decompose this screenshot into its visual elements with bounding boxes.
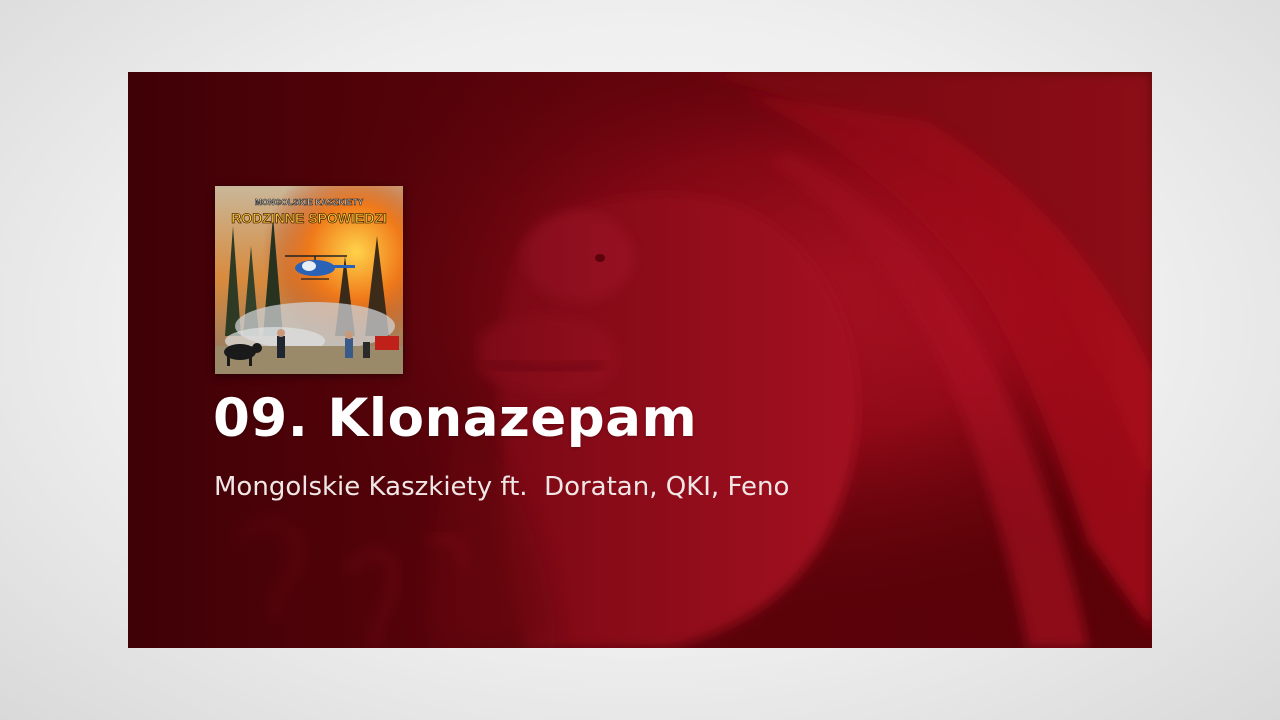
cover-band-name: MONGOLSKIE KASZKIETY [255,197,364,207]
track-title: 09. Klonazepam [213,388,698,449]
album-cover-art: MONGOLSKIE KASZKIETY RODZINNE SPOWIEDZI [215,186,403,374]
cover-album-title: RODZINNE SPOWIEDZI [231,210,387,226]
album-cover: MONGOLSKIE KASZKIETY RODZINNE SPOWIEDZI [215,186,403,374]
track-artists: Mongolskie Kaszkiety ft. Doratan, QKI, F… [214,472,790,502]
video-frame: MONGOLSKIE KASZKIETY RODZINNE SPOWIEDZI … [128,72,1152,648]
